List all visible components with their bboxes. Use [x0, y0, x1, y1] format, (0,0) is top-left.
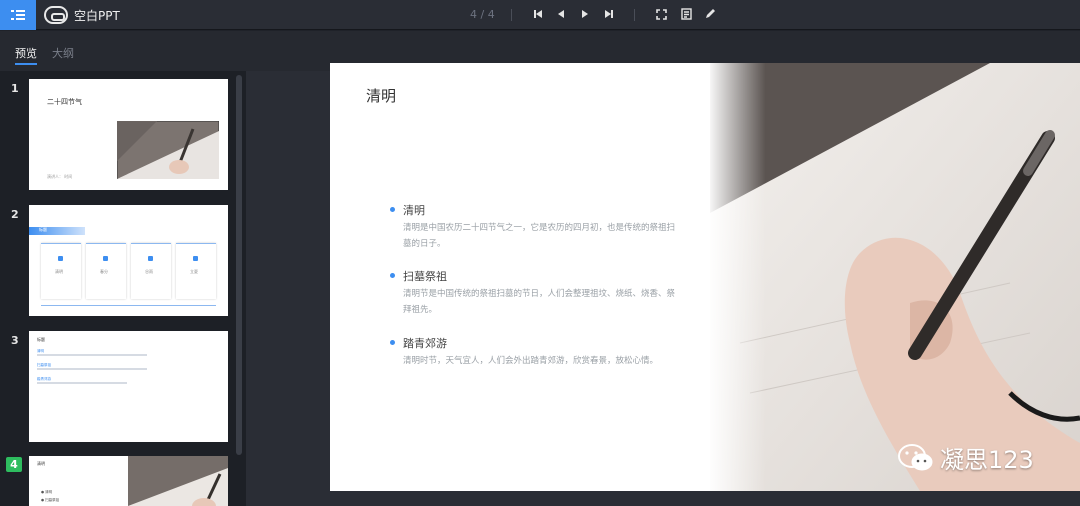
slide-number-active: 4 [6, 457, 22, 472]
thumbnail-text-line [37, 382, 127, 384]
card-icon [148, 256, 153, 261]
bullet-body: 清明时节，天气宜人，人们会外出踏青郊游，欣赏春景，放松心情。 [403, 356, 659, 366]
last-slide-icon[interactable] [601, 6, 617, 22]
card-icon [193, 256, 198, 261]
app-title: 空白PPT [74, 9, 120, 23]
thumbnail-photo [117, 121, 219, 179]
menu-button[interactable] [0, 0, 36, 30]
top-toolbar: 空白PPT 4 / 4 [0, 0, 1080, 30]
card-label: 清明 [55, 269, 63, 274]
slide-photo [710, 63, 1080, 491]
divider [511, 9, 512, 21]
thumbnail-caption: 演讲人： 时间 [47, 174, 73, 179]
edit-icon[interactable] [702, 6, 718, 22]
card: 清明 [41, 243, 81, 299]
card: 春分 [86, 243, 126, 299]
card: 谷雨 [131, 243, 171, 299]
thumbnail-title: 标题 [37, 337, 45, 342]
thumbnail-header-bar [29, 227, 85, 235]
thumbnail-title: 标题 [39, 227, 47, 232]
watermark-text: 凝思123 [940, 446, 1034, 474]
bullet-title: 扫墓祭祖 [403, 270, 447, 283]
page-indicator: 4 / 4 [470, 8, 495, 21]
card-label: 谷雨 [145, 269, 153, 274]
first-slide-icon[interactable] [530, 6, 546, 22]
thumbnail-line: ● 扫墓祭祖 [41, 498, 60, 502]
bullet-title: 清明 [403, 204, 425, 217]
slide-number: 2 [11, 208, 19, 221]
slide-thumbnail-4[interactable]: 清明 ● 清明 ● 扫墓祭祖 [29, 456, 228, 506]
bullet-body: 清明节是中国传统的祭祖扫墓的节日，人们会整理祖坟、烧纸、烧香、祭拜祖先。 [403, 289, 676, 315]
bullet-dot [390, 207, 395, 212]
thumbnail-title: 二十四节气 [47, 98, 82, 106]
slide-thumbnail-3[interactable]: 标题 清明 扫墓祭祖 踏青郊游 [29, 331, 228, 442]
sidebar-scrollbar[interactable] [236, 75, 242, 455]
app-logo-icon [44, 6, 68, 24]
card-icon [58, 256, 63, 261]
card-icon [103, 256, 108, 261]
thumbnail-photo [128, 456, 228, 506]
thumbnail-line: ● 清明 [41, 490, 53, 494]
slide-number: 3 [11, 334, 19, 347]
prev-slide-icon[interactable] [553, 6, 569, 22]
menu-icon [11, 10, 25, 20]
slide-thumbnail-2[interactable]: 标题 清明 春分 谷雨 立夏 [29, 205, 228, 316]
thumbnail-text-line [37, 368, 147, 370]
notes-icon[interactable] [678, 6, 694, 22]
bullet-dot [390, 273, 395, 278]
card-label: 立夏 [190, 269, 198, 274]
current-slide: 清明 清明 清明是中国农历二十四节气之一，它是农历的四月初，也是传统的祭祖扫墓的… [330, 63, 1080, 491]
tab-outline[interactable]: 大纲 [52, 45, 74, 61]
thumbnail-text-line [37, 354, 147, 356]
card: 立夏 [176, 243, 216, 299]
bullet-dot [390, 340, 395, 345]
divider [634, 9, 635, 21]
next-slide-icon[interactable] [577, 6, 593, 22]
card-label: 春分 [100, 269, 108, 274]
watermark: 凝思123 [898, 440, 1034, 475]
bullet-body: 清明是中国农历二十四节气之一，它是农历的四月初，也是传统的祭祖扫墓的日子。 [403, 223, 676, 249]
slide-thumbnail-1[interactable]: 二十四节气 演讲人： 时间 [29, 79, 228, 190]
thumbnail-footer-line [41, 305, 216, 306]
slide-number: 1 [11, 82, 19, 95]
wechat-icon [898, 443, 933, 470]
fullscreen-icon[interactable] [653, 6, 669, 22]
bullet-title: 踏青郊游 [403, 337, 447, 350]
thumbnail-title: 清明 [37, 461, 45, 466]
tab-preview[interactable]: 预览 [15, 45, 37, 65]
slide-title: 清明 [366, 87, 397, 105]
